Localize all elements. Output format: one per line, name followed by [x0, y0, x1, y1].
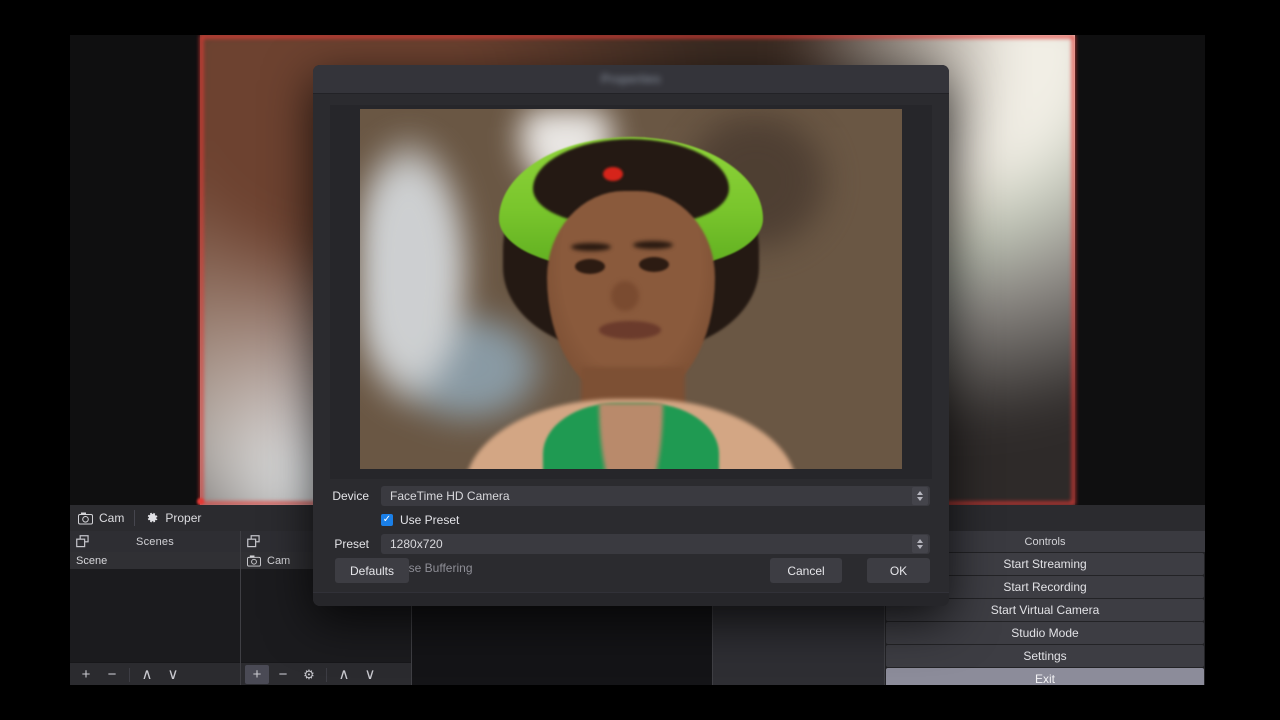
camera-icon [78, 512, 93, 524]
settings-button[interactable]: Settings [886, 645, 1204, 667]
scenes-toolbar: + − ∧ ∨ [70, 662, 240, 685]
add-scene-button[interactable]: + [74, 665, 98, 684]
subject-necklace [603, 431, 659, 469]
device-label: Device [332, 488, 369, 503]
properties-dialog: Properties Device FaceTime HD Camera ✓ U… [313, 65, 949, 606]
dialog-footer: Defaults Cancel OK [313, 558, 949, 584]
toolbar-separator [326, 667, 327, 682]
device-row: Device FaceTime HD Camera [313, 485, 949, 506]
subject-eye-right [639, 256, 669, 272]
add-source-button[interactable]: + [245, 665, 269, 684]
use-preset-row[interactable]: ✓ Use Preset [313, 510, 949, 530]
use-preset-label: Use Preset [400, 513, 460, 527]
scenes-list[interactable]: Scene [70, 552, 240, 662]
toolbar-item-cam-label: Cam [99, 511, 125, 525]
subject-eye-left [575, 258, 605, 274]
preset-row: Preset 1280x720 [313, 533, 949, 554]
move-source-up-button[interactable]: ∧ [332, 665, 356, 684]
camera-icon [247, 554, 261, 567]
subject-brow-left [571, 242, 611, 251]
exit-button[interactable]: Exit [886, 668, 1204, 685]
dialog-title: Properties [601, 72, 661, 86]
selection-handle[interactable] [197, 498, 204, 505]
ok-button[interactable]: OK [867, 558, 930, 583]
chevron-down-icon [917, 496, 923, 501]
sources-toolbar: + − ⚙ ∧ ∨ [241, 662, 411, 685]
move-scene-up-button[interactable]: ∧ [135, 665, 159, 684]
scene-item-label: Scene [76, 554, 108, 567]
subject-nose [611, 280, 639, 311]
device-value: FaceTime HD Camera [390, 488, 510, 503]
scenes-dock-title-label: Scenes [136, 535, 174, 548]
source-properties-button[interactable]: ⚙ [297, 665, 321, 684]
chevron-up-icon [917, 490, 923, 495]
preset-select[interactable]: 1280x720 [381, 533, 930, 554]
device-select[interactable]: FaceTime HD Camera [381, 485, 930, 506]
camera-preview-image [360, 109, 902, 469]
toolbar-separator [129, 667, 130, 682]
scenes-dock-title: Scenes [70, 531, 240, 552]
dialog-bottom-bar [313, 592, 949, 606]
chevron-up-icon [917, 538, 923, 543]
use-preset-checkbox[interactable]: ✓ [381, 514, 393, 526]
dialog-titlebar[interactable]: Properties [313, 65, 949, 94]
cancel-button[interactable]: Cancel [770, 558, 842, 583]
preview-subject [465, 131, 797, 469]
screen: Cam Proper Scenes Scene + − ∧ ∨ Cam + − … [0, 0, 1280, 720]
toolbar-divider [134, 510, 136, 526]
gear-icon [148, 512, 158, 523]
toolbar-item-cam[interactable]: Cam [78, 511, 124, 525]
subject-brow-right [633, 240, 673, 249]
toolbar-item-properties[interactable]: Proper [145, 511, 201, 525]
preset-spinner[interactable] [912, 534, 928, 553]
preset-value: 1280x720 [390, 536, 443, 551]
preset-label: Preset [334, 536, 369, 551]
source-item-label: Cam [267, 554, 291, 567]
remove-scene-button[interactable]: − [100, 665, 124, 684]
subject-beanie-dot [603, 166, 623, 181]
undock-icon[interactable] [76, 535, 89, 548]
list-item[interactable]: Scene [70, 552, 240, 569]
scenes-dock: Scenes Scene + − ∧ ∨ [70, 531, 240, 685]
defaults-button[interactable]: Defaults [335, 558, 409, 583]
toolbar-item-properties-label: Proper [165, 511, 202, 525]
device-spinner[interactable] [912, 486, 928, 505]
move-source-down-button[interactable]: ∨ [358, 665, 382, 684]
check-icon: ✓ [382, 514, 392, 525]
studio-mode-button[interactable]: Studio Mode [886, 622, 1204, 644]
chevron-down-icon [917, 544, 923, 549]
camera-preview [330, 105, 932, 479]
move-scene-down-button[interactable]: ∨ [161, 665, 185, 684]
undock-icon[interactable] [247, 535, 260, 548]
subject-mouth [599, 320, 661, 339]
remove-source-button[interactable]: − [271, 665, 295, 684]
